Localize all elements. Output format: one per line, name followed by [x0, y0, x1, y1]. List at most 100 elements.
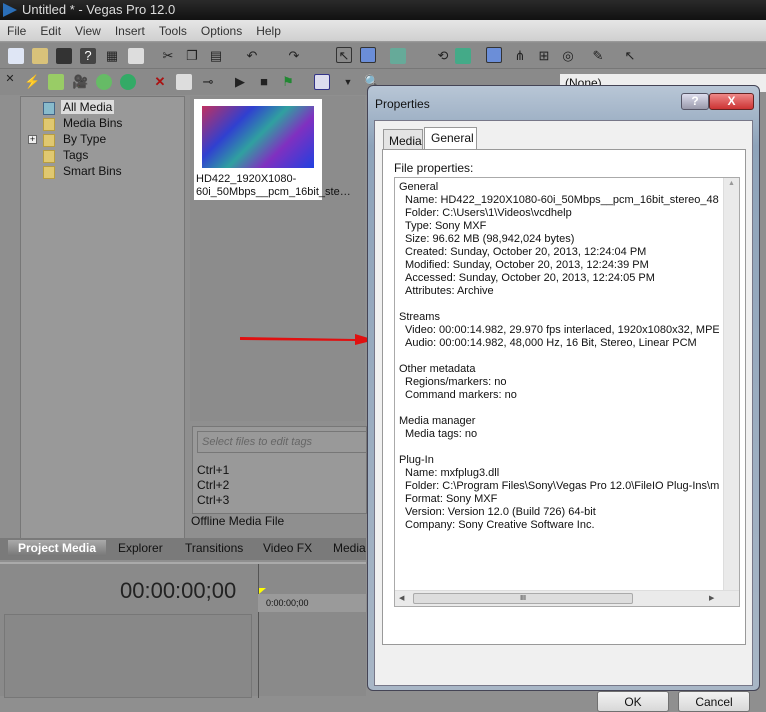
section-heading [399, 402, 719, 415]
section-heading: Streams [399, 311, 440, 323]
cut-icon[interactable]: ✂ [160, 48, 176, 64]
play-icon[interactable]: ▶ [232, 74, 248, 90]
help-button[interactable]: ? [681, 93, 709, 110]
video-capture-icon[interactable]: 🎥 [72, 74, 88, 90]
property-line: Video: 00:00:14.982, 29.970 fps interlac… [405, 324, 719, 336]
properties-lines: General Name: HD422_1920X1080-60i_50Mbps_… [399, 181, 719, 532]
lock-envelopes-icon[interactable] [455, 48, 471, 64]
tab-media-generators[interactable]: Media [333, 541, 366, 555]
render-icon[interactable]: ▦ [104, 48, 120, 64]
web-media-icon[interactable] [120, 74, 136, 90]
capture-icon[interactable] [48, 74, 64, 90]
tab-general[interactable]: General [424, 127, 477, 149]
main-toolbar: ? ▦ ✂ ❐ ▤ ↶ ↷ ↖ ⟲ ⋔ ⊞ ◎ ✎ ↖ [0, 43, 766, 69]
scroll-right-icon[interactable]: ▶ [709, 594, 714, 602]
close-button[interactable]: X [709, 93, 754, 110]
snapping-icon[interactable] [390, 48, 406, 64]
property-line: Audio: 00:00:14.982, 48,000 Hz, 16 Bit, … [405, 337, 697, 349]
open-icon[interactable] [32, 48, 48, 64]
zoom-tool-icon[interactable]: ◎ [560, 48, 576, 64]
get-media-icon[interactable] [96, 74, 112, 90]
undo-icon[interactable]: ↶ [244, 48, 260, 64]
tab-media[interactable]: Media [383, 129, 423, 149]
brush-icon[interactable]: ✎ [590, 48, 606, 64]
menu-tools[interactable]: Tools [152, 20, 194, 38]
menu-edit[interactable]: Edit [33, 20, 68, 38]
section-heading [399, 298, 719, 311]
auto-ripple-icon[interactable]: ⟲ [435, 48, 451, 64]
normal-edit-tool-icon[interactable]: ↖ [336, 47, 352, 63]
media-thumbnail-item[interactable]: HD422_1920X1080-60i_50Mbps__pcm_16bit_st… [194, 99, 351, 200]
shortcut-1: Ctrl+1 [197, 463, 230, 477]
red-arrow-annotation [240, 334, 375, 345]
vertical-scrollbar[interactable]: ▲ [723, 178, 739, 591]
horizontal-scrollbar[interactable]: ◀ III ▶ [395, 590, 739, 606]
shortcut-2: Ctrl+2 [197, 478, 230, 492]
properties-icon[interactable] [128, 48, 144, 64]
track-list [4, 614, 252, 698]
selection-icon[interactable]: ⊞ [536, 48, 552, 64]
whats-this-icon[interactable]: ↖ [622, 48, 638, 64]
menu-view[interactable]: View [68, 20, 108, 38]
media-tree: All Media Media Bins + By Type Tags Smar… [20, 96, 185, 540]
grouping-icon[interactable]: ⋔ [512, 48, 528, 64]
tree-item-smart-bins[interactable]: Smart Bins [63, 164, 122, 178]
tags-input[interactable]: Select files to edit tags [197, 431, 367, 453]
media-status: Offline Media File [191, 514, 285, 528]
close-panel-icon[interactable]: ✕ [2, 71, 18, 87]
property-line: Created: Sunday, October 20, 2013, 12:24… [405, 246, 647, 258]
cancel-button[interactable]: Cancel [678, 691, 750, 712]
tags-panel: Select files to edit tags Ctrl+1 Ctrl+2 … [192, 426, 367, 514]
menu-insert[interactable]: Insert [108, 20, 152, 38]
tab-video-fx[interactable]: Video FX [263, 541, 312, 555]
save-as-icon[interactable]: ? [80, 48, 96, 64]
remove-media-icon[interactable]: ✕ [152, 74, 168, 90]
property-line: Attributes: Archive [405, 285, 494, 297]
views-dropdown-icon[interactable]: ▼ [340, 74, 356, 90]
property-line: Name: mxfplug3.dll [405, 467, 500, 479]
new-icon[interactable] [8, 48, 24, 64]
tree-item-tags[interactable]: Tags [63, 148, 88, 162]
folder-icon [43, 134, 55, 147]
tree-item-media-bins[interactable]: Media Bins [63, 116, 122, 130]
scroll-thumb[interactable]: III [413, 593, 633, 604]
file-properties-list[interactable]: General Name: HD422_1920X1080-60i_50Mbps_… [394, 177, 740, 607]
scroll-up-icon[interactable]: ▲ [728, 180, 735, 187]
tree-item-by-type[interactable]: By Type [63, 132, 106, 146]
expand-icon[interactable]: + [28, 135, 37, 144]
property-line: Command markers: no [405, 389, 517, 401]
redo-icon[interactable]: ↷ [286, 48, 302, 64]
save-icon[interactable] [56, 48, 72, 64]
media-properties-icon[interactable] [176, 74, 192, 90]
tree-item-all-media[interactable]: All Media [61, 100, 115, 114]
time-ruler[interactable]: 0:00:00;00 [258, 594, 366, 612]
crossfade-icon[interactable] [486, 47, 502, 63]
shortcut-3: Ctrl+3 [197, 493, 230, 507]
property-line: Size: 96.62 MB (98,942,024 bytes) [405, 233, 575, 245]
media-fx-icon[interactable]: ⊸ [200, 74, 216, 90]
views-icon[interactable] [314, 74, 330, 90]
section-heading: Media manager [399, 415, 476, 427]
divider [258, 564, 259, 698]
paste-icon[interactable]: ▤ [208, 48, 224, 64]
tab-transitions[interactable]: Transitions [185, 541, 243, 555]
dialog-title: Properties [375, 97, 430, 111]
scroll-left-icon[interactable]: ◀ [399, 594, 404, 602]
folder-icon [43, 118, 55, 131]
menu-help[interactable]: Help [249, 20, 288, 38]
copy-icon[interactable]: ❐ [184, 48, 200, 64]
window-docking-tabs: Project Media Explorer Transitions Video… [0, 538, 366, 560]
auto-preview-icon[interactable]: ⚑ [280, 74, 296, 90]
window-title: Untitled * - Vegas Pro 12.0 [22, 2, 176, 17]
property-line: Company: Sony Creative Software Inc. [405, 519, 595, 531]
tab-project-media[interactable]: Project Media [8, 540, 107, 556]
import-media-icon[interactable]: ⚡ [24, 74, 40, 90]
menu-options[interactable]: Options [194, 20, 249, 38]
envelope-tool-icon[interactable] [360, 47, 376, 63]
stop-icon[interactable]: ■ [256, 74, 272, 90]
menu-file[interactable]: File [0, 20, 33, 38]
section-heading: General [399, 181, 439, 193]
tab-explorer[interactable]: Explorer [118, 541, 163, 555]
property-line: Folder: C:\Program Files\Sony\Vegas Pro … [405, 480, 719, 492]
ok-button[interactable]: OK [597, 691, 669, 712]
